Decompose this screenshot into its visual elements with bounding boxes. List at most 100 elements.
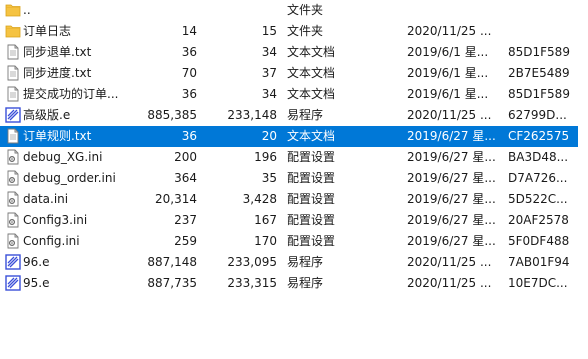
folder-icon [5,23,21,39]
file-crc: CF262575 [508,129,570,143]
file-name: 96.e [23,255,50,269]
file-type: 易程序 [287,108,324,122]
file-size: 20,314 [155,192,197,206]
text-file-icon [5,65,21,81]
file-packed-size: 34 [261,45,277,59]
file-row[interactable]: 同步进度.txt 70 37 文本文档 2019/6/1 星... 2B7E5489 [0,63,578,84]
file-size: 200 [174,150,197,164]
file-size: 237 [174,213,197,227]
file-type: 文本文档 [287,87,336,101]
file-row[interactable]: 95.e 887,735 233,315 易程序 2020/11/25 ... 10E7D… [0,273,578,294]
file-packed-size: 233,148 [227,108,277,122]
ini-file-icon [5,191,21,207]
file-crc: 7AB01F94 [508,255,570,269]
file-row[interactable]: 同步退单.txt 36 34 文本文档 2019/6/1 星... 85D1F589 [0,42,578,63]
file-name: 同步退单.txt [23,45,92,59]
file-packed-size: 35 [261,171,277,185]
file-modified-date: 2019/6/27 星... [407,192,496,206]
file-type: 文本文档 [287,66,336,80]
file-type: 文件夹 [287,24,324,38]
file-size: 885,385 [147,108,197,122]
ini-file-icon [5,212,21,228]
file-type: 文件夹 [287,3,324,17]
file-type: 配置设置 [287,213,336,227]
file-packed-size: 167 [254,213,277,227]
file-type: 易程序 [287,276,324,290]
file-crc: D7A726... [508,171,568,185]
file-name: .. [23,3,31,17]
folder-icon [5,2,21,18]
file-row[interactable]: 高级版.e 885,385 233,148 易程序 2020/11/25 ... 6279… [0,105,578,126]
file-row[interactable]: .. 文件夹 [0,0,578,21]
file-name: debug_order.ini [23,171,116,185]
file-type: 配置设置 [287,150,336,164]
file-name: Config3.ini [23,213,88,227]
file-row[interactable]: data.ini 20,314 3,428 配置设置 2019/6/27 星... 5D5… [0,189,578,210]
text-file-icon [5,86,21,102]
file-size: 259 [174,234,197,248]
file-packed-size [197,0,277,21]
file-name: 高级版.e [23,108,71,122]
file-modified-date [407,0,507,21]
file-row[interactable]: Config3.ini 237 167 配置设置 2019/6/27 星... 20AF2… [0,210,578,231]
file-modified-date: 2020/11/25 ... [407,108,492,122]
file-modified-date: 2020/11/25 ... [407,24,492,38]
file-crc: 10E7DC... [508,276,568,290]
file-size: 14 [181,24,197,38]
file-crc: 62799D... [508,108,567,122]
file-size: 364 [174,171,197,185]
file-crc [508,0,578,21]
file-name: 订单日志 [23,24,72,38]
file-size [127,0,197,21]
file-size: 36 [181,45,197,59]
file-row[interactable]: 提交成功的订单... 36 34 文本文档 2019/6/1 星... 85D1F589 [0,84,578,105]
file-packed-size: 196 [254,150,277,164]
file-type: 配置设置 [287,192,336,206]
file-modified-date: 2020/11/25 ... [407,255,492,269]
file-name: 提交成功的订单... [23,87,119,101]
file-modified-date: 2019/6/1 星... [407,66,489,80]
file-type: 配置设置 [287,234,336,248]
ini-file-icon [5,170,21,186]
file-size: 36 [181,129,197,143]
e-program-icon [5,107,21,123]
file-name: data.ini [23,192,69,206]
file-row[interactable]: 订单规则.txt 36 20 文本文档 2019/6/27 星... CF262575 [0,126,578,147]
file-packed-size: 34 [261,87,277,101]
file-type: 易程序 [287,255,324,269]
file-size: 887,148 [147,255,197,269]
file-name: debug_XG.ini [23,150,103,164]
file-row[interactable]: debug_order.ini 364 35 配置设置 2019/6/27 星... D7… [0,168,578,189]
file-crc: 5F0DF488 [508,234,570,248]
ini-file-icon [5,149,21,165]
file-packed-size: 233,095 [227,255,277,269]
file-row[interactable]: Config.ini 259 170 配置设置 2019/6/27 星... 5F0DF4… [0,231,578,252]
ini-file-icon [5,233,21,249]
file-row[interactable]: debug_XG.ini 200 196 配置设置 2019/6/27 星... BA3D… [0,147,578,168]
file-row[interactable]: 96.e 887,148 233,095 易程序 2020/11/25 ... 7AB01… [0,252,578,273]
file-modified-date: 2019/6/27 星... [407,171,496,185]
file-crc: 20AF2578 [508,213,569,227]
file-modified-date: 2019/6/1 星... [407,87,489,101]
file-packed-size: 233,315 [227,276,277,290]
file-name: 同步进度.txt [23,66,92,80]
file-type: 文本文档 [287,129,336,143]
file-name: 订单规则.txt [23,129,92,143]
file-modified-date: 2019/6/27 星... [407,129,496,143]
file-modified-date: 2019/6/27 星... [407,234,496,248]
file-crc: 5D522C... [508,192,568,206]
file-crc: BA3D48... [508,150,569,164]
file-row[interactable]: 订单日志 14 15 文件夹 2020/11/25 ... [0,21,578,42]
file-packed-size: 170 [254,234,277,248]
file-crc: 85D1F589 [508,45,570,59]
file-modified-date: 2019/6/27 星... [407,213,496,227]
file-crc: 85D1F589 [508,87,570,101]
text-file-icon [5,44,21,60]
file-type: 文本文档 [287,45,336,59]
file-crc: 2B7E5489 [508,66,570,80]
file-modified-date: 2020/11/25 ... [407,276,492,290]
file-type: 配置设置 [287,171,336,185]
file-packed-size: 3,428 [242,192,277,206]
file-list[interactable]: .. 文件夹 订单日志 14 15 文件夹 2020/11/25 ... 同步退单.txt 36… [0,0,588,359]
file-modified-date: 2019/6/27 星... [407,150,496,164]
